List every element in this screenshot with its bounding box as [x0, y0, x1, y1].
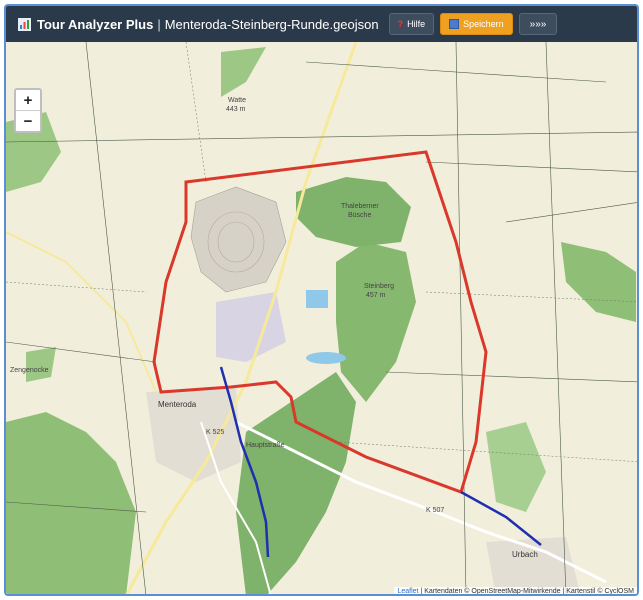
file-name: Menteroda-Steinberg-Runde.geojson: [164, 16, 379, 32]
attribution-text: | Kartendaten © OpenStreetMap-Mitwirkend…: [418, 588, 634, 595]
label-steinberg-ele: 457 m: [366, 292, 386, 299]
map-area[interactable]: Watte 443 m Thaleberner Büsche Steinberg…: [6, 41, 639, 596]
map-canvas[interactable]: Watte 443 m Thaleberner Büsche Steinberg…: [6, 41, 639, 596]
save-button[interactable]: Speichern: [440, 13, 513, 35]
app-window: Tour Analyzer Plus | Menteroda-Steinberg…: [4, 4, 639, 596]
zoom-in-button[interactable]: +: [16, 90, 40, 111]
help-button-label: Hilfe: [407, 19, 426, 29]
save-disk-icon: [449, 19, 460, 29]
label-zengenocke: Zengenocke: [10, 367, 49, 374]
label-thal2: Büsche: [348, 212, 371, 219]
app-title: Tour Analyzer Plus: [37, 16, 154, 32]
top-toolbar: Tour Analyzer Plus | Menteroda-Steinberg…: [6, 6, 637, 42]
label-k507: K 507: [426, 507, 444, 514]
title-separator: |: [157, 16, 161, 32]
more-button[interactable]: »»»: [518, 13, 558, 35]
label-steinberg: Steinberg: [364, 283, 394, 290]
map-attribution: Leaflet | Kartendaten © OpenStreetMap-Mi…: [394, 587, 637, 595]
label-k525: K 525: [206, 429, 224, 436]
question-icon: ?: [397, 19, 404, 29]
lake-1: [306, 290, 328, 308]
lake-2: [306, 352, 346, 364]
label-thal: Thaleberner: [341, 203, 379, 210]
label-hauptstr: Hauptstraße: [246, 442, 285, 449]
save-button-label: Speichern: [463, 19, 504, 29]
more-button-label: »»»: [529, 18, 547, 30]
label-watte-ele: 443 m: [226, 106, 246, 113]
label-watte: Watte: [228, 97, 246, 104]
label-menteroda: Menteroda: [158, 400, 197, 409]
leaflet-link[interactable]: Leaflet: [397, 588, 418, 594]
help-button[interactable]: ? Hilfe: [388, 13, 435, 35]
zoom-out-button[interactable]: −: [16, 111, 40, 131]
chart-icon: [18, 17, 31, 31]
zoom-control: + −: [14, 88, 42, 133]
label-urbach: Urbach: [512, 550, 538, 559]
